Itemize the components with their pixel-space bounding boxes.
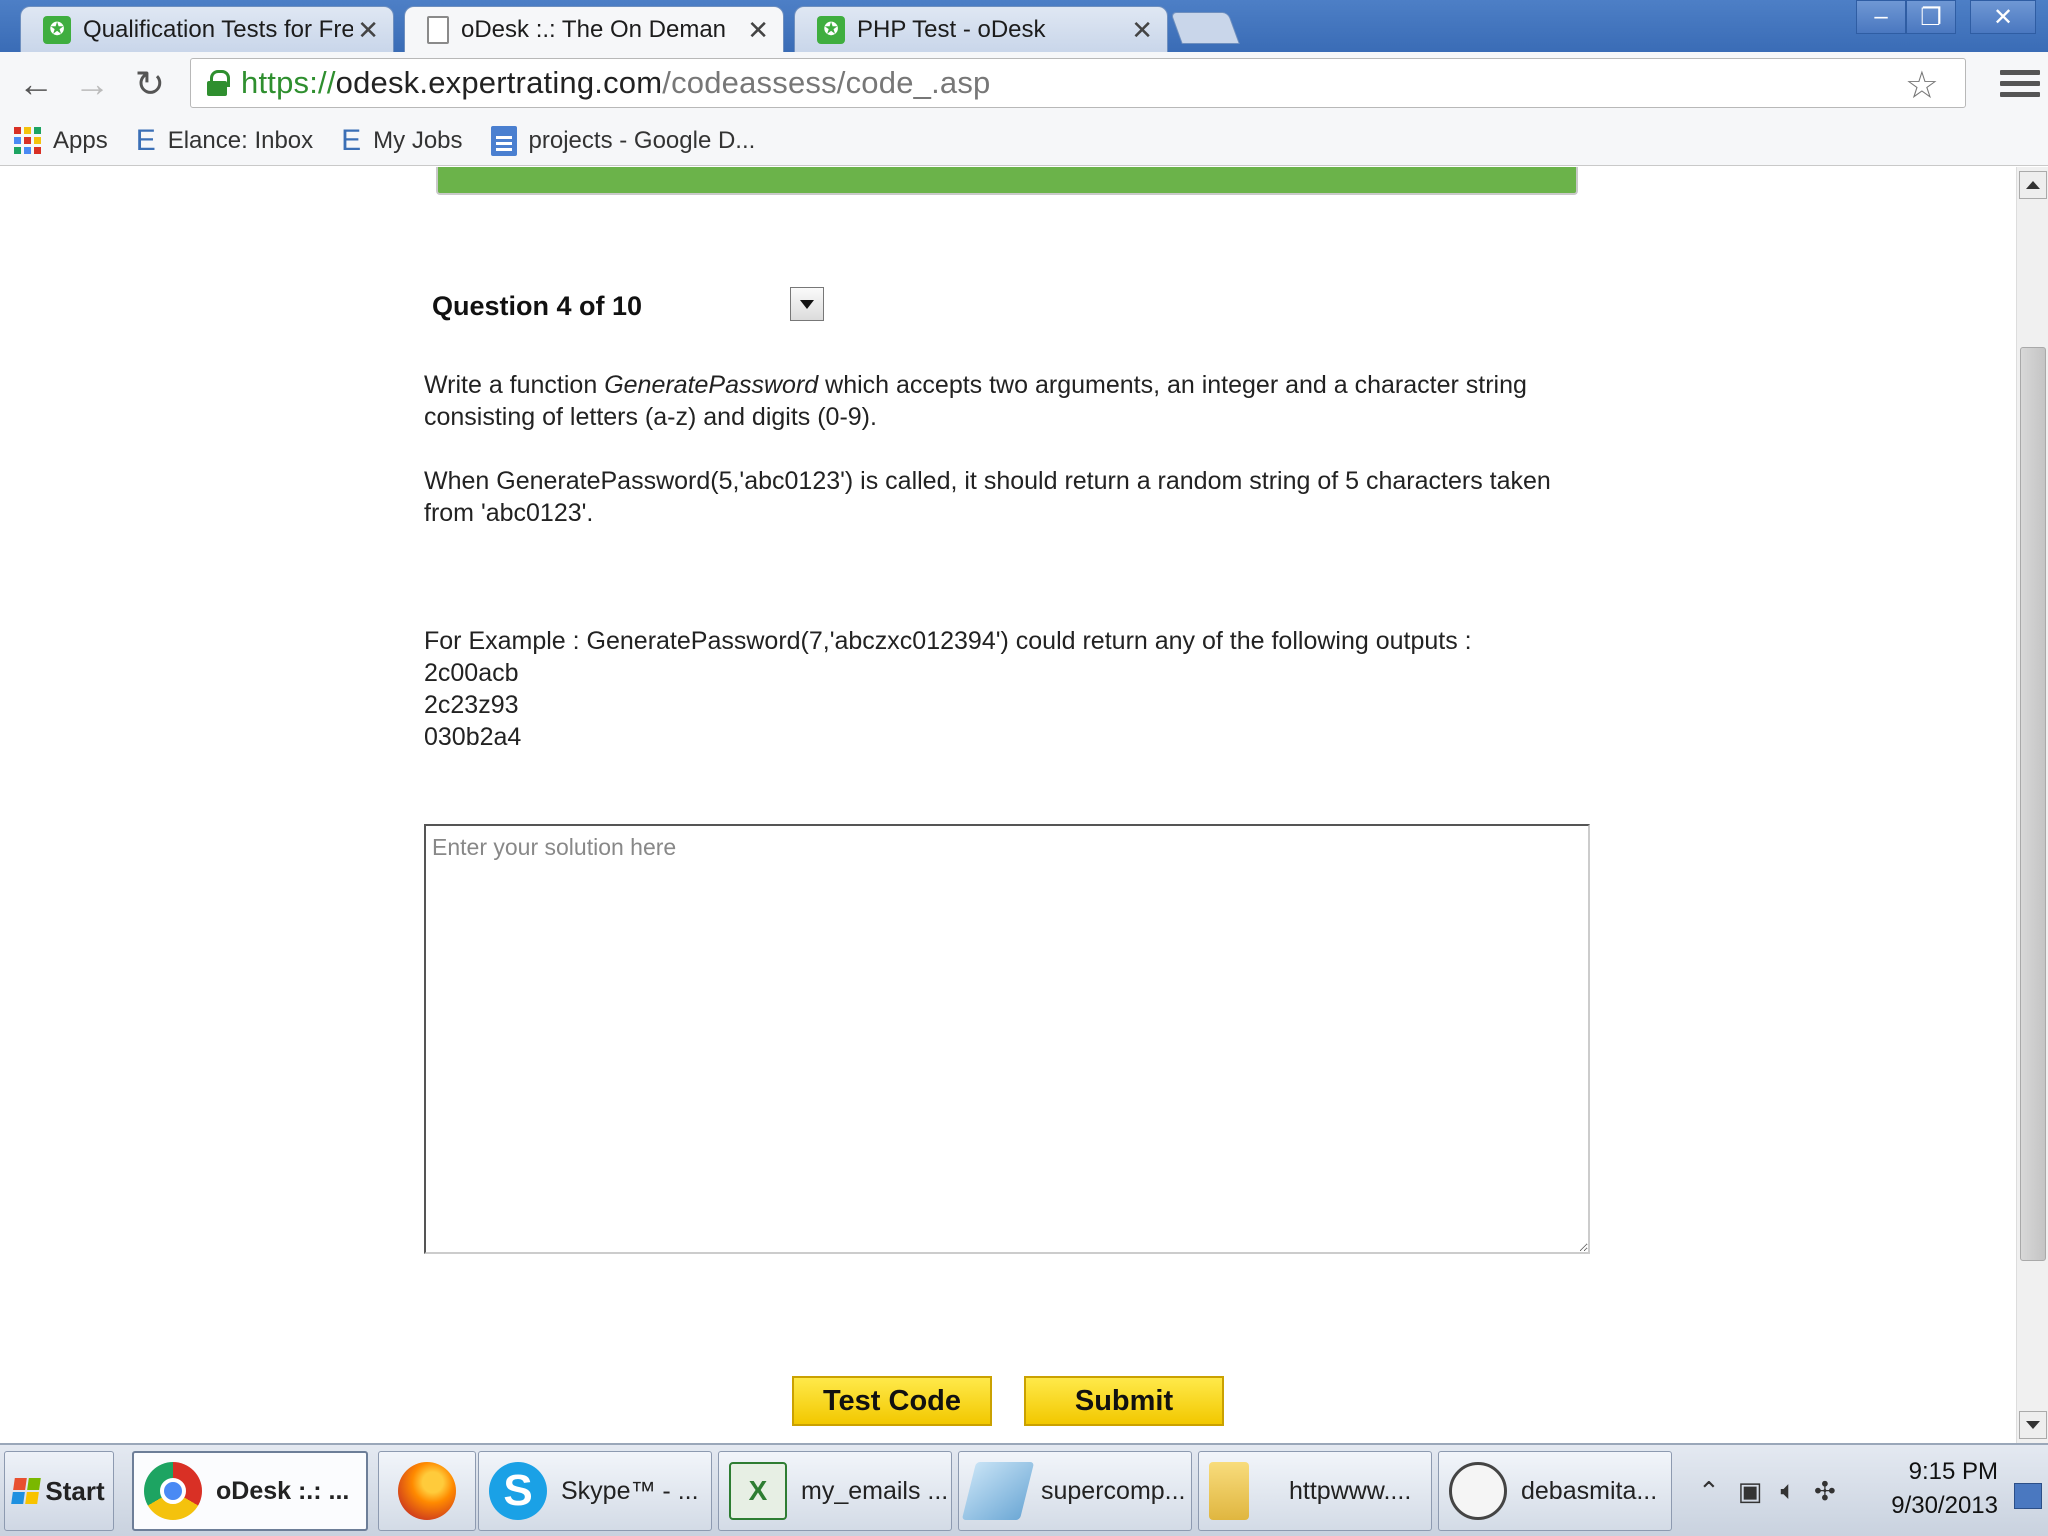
vertical-scrollbar[interactable] [2016, 167, 2048, 1443]
close-window-icon[interactable]: ✕ [1970, 0, 2036, 34]
folder-icon [1209, 1462, 1249, 1520]
restore-icon[interactable]: ❐ [1906, 0, 1956, 34]
bookmark-elance-inbox[interactable]: E Elance: Inbox [136, 124, 313, 158]
apps-grid-icon [14, 127, 41, 154]
taskbar-item-label: httpwww.... [1289, 1476, 1412, 1505]
elance-icon: E [341, 123, 362, 157]
windows-taskbar: Start oDesk :.: ... S Skype™ - ... X my_… [0, 1443, 2048, 1536]
scroll-thumb[interactable] [2020, 347, 2046, 1261]
reload-icon[interactable]: ↻ [128, 62, 172, 106]
taskbar-item-label: oDesk :.: ... [216, 1476, 350, 1505]
clock-time: 9:15 PM [1908, 1458, 1998, 1485]
question-body: Write a function GeneratePassword which … [424, 369, 1604, 753]
url-text: https://odesk.expertrating.com/codeasses… [241, 65, 990, 101]
taskbar-item-httpwww[interactable]: httpwww.... [1198, 1451, 1432, 1531]
odesk-icon: ✪ [817, 15, 845, 44]
tab-title: oDesk :.: The On Deman [461, 15, 727, 43]
solution-textarea[interactable] [424, 824, 1590, 1254]
close-icon[interactable]: ✕ [747, 15, 769, 46]
bookmark-my-jobs[interactable]: E My Jobs [341, 124, 462, 158]
elance-icon: E [135, 123, 156, 157]
skype-icon: S [489, 1462, 547, 1520]
question-paragraph-2: When GeneratePassword(5,'abc0123') is ca… [424, 467, 1551, 527]
taskbar-item-odesk-chrome[interactable]: oDesk :.: ... [132, 1451, 368, 1531]
browser-toolbar: ← → ↻ https://odesk.expertrating.com/cod… [0, 52, 2048, 116]
windows-logo-icon [11, 1478, 42, 1504]
taskbar-item-supercomp[interactable]: supercomp... [958, 1451, 1192, 1531]
test-code-button[interactable]: Test Code [792, 1376, 992, 1426]
volume-icon[interactable]: 🔈︎ [1780, 1475, 1796, 1507]
example-output: 2c00acb [424, 659, 519, 687]
taskbar-item-label: debasmita... [1521, 1476, 1658, 1505]
bookmark-label: projects - Google D... [528, 126, 756, 154]
close-icon[interactable]: ✕ [1131, 15, 1153, 46]
system-tray: ⌃ ▣ 🔈︎ ✣ 9:15 PM 9/30/2013 [1680, 1451, 2048, 1531]
system-clock[interactable]: 9:15 PM 9/30/2013 [1891, 1455, 1998, 1523]
network-icon[interactable]: ▣ [1738, 1476, 1763, 1507]
forward-icon[interactable]: → [70, 62, 114, 106]
bookmarks-bar: Apps E Elance: Inbox E My Jobs projects … [0, 116, 2048, 166]
tab-title: Qualification Tests for Fre [83, 15, 353, 43]
taskbar-item-debasmita[interactable]: debasmita... [1438, 1451, 1672, 1531]
example-intro: For Example : GeneratePassword(7,'abczxc… [424, 627, 1472, 655]
tab-title: PHP Test - oDesk [857, 15, 1046, 43]
url-path: /codeassess/code_.asp [662, 65, 991, 100]
bookmark-label: Elance: Inbox [167, 126, 314, 154]
bookmark-star-icon[interactable]: ☆ [1905, 63, 1939, 108]
google-docs-icon [490, 125, 517, 156]
bookmark-projects-google-docs[interactable]: projects - Google D... [490, 125, 756, 156]
new-tab-button[interactable] [1170, 12, 1240, 44]
lock-icon [207, 70, 230, 96]
tab-strip: ✪ Qualification Tests for Fre ✕ ✪ PHP Te… [0, 0, 2048, 52]
tab-php-test[interactable]: ✪ PHP Test - oDesk ✕ [794, 6, 1168, 52]
excel-icon: X [729, 1462, 787, 1520]
start-label: Start [45, 1475, 105, 1506]
bookmark-apps[interactable]: Apps [14, 127, 108, 155]
chevron-up-icon[interactable]: ⌃ [1698, 1476, 1720, 1507]
question-select[interactable] [790, 287, 824, 321]
question-title: Question 4 of 10 [432, 291, 643, 321]
example-output: 030b2a4 [424, 723, 522, 751]
question-paragraph-1: Write a function GeneratePassword which … [424, 369, 1604, 433]
firefox-icon [398, 1462, 456, 1520]
start-button[interactable]: Start [4, 1451, 114, 1531]
close-icon[interactable]: ✕ [357, 15, 379, 46]
scroll-down-icon[interactable] [2019, 1411, 2047, 1439]
bookmark-label: My Jobs [373, 126, 463, 154]
url-scheme: https:// [241, 65, 336, 100]
taskbar-item-firefox[interactable] [378, 1451, 476, 1531]
taskbar-item-label: Skype™ - ... [561, 1476, 699, 1505]
show-desktop-button[interactable] [2014, 1483, 2042, 1509]
url-host: odesk.expertrating.com [335, 65, 663, 100]
question-text: Write a function [424, 371, 605, 399]
example-output: 2c23z93 [424, 691, 519, 719]
taskbar-item-my-emails[interactable]: X my_emails ... [718, 1451, 952, 1531]
notepad-icon [961, 1462, 1035, 1520]
bookmark-label: Apps [53, 126, 108, 154]
taskbar-item-label: my_emails ... [801, 1476, 949, 1505]
chevron-down-icon [800, 299, 814, 309]
taskbar-item-skype[interactable]: S Skype™ - ... [478, 1451, 712, 1531]
back-icon[interactable]: ← [14, 62, 58, 106]
tab-qualification-tests[interactable]: ✪ Qualification Tests for Fre ✕ [20, 6, 394, 52]
time-remaining-bar [436, 167, 1578, 195]
submit-button[interactable]: Submit [1024, 1376, 1224, 1426]
menu-icon[interactable] [2000, 60, 2040, 106]
function-name: GeneratePassword [604, 371, 819, 399]
chrome-icon [144, 1462, 202, 1520]
sync-icon[interactable]: ✣ [1814, 1476, 1836, 1507]
odesk-icon: ✪ [43, 15, 71, 44]
minimize-icon[interactable]: – [1856, 0, 1906, 34]
address-bar[interactable]: https://odesk.expertrating.com/codeasses… [190, 58, 1966, 108]
clock-date: 9/30/2013 [1891, 1492, 1998, 1519]
page-icon: . [427, 15, 449, 44]
chat-icon [1449, 1462, 1507, 1520]
taskbar-item-label: supercomp... [1041, 1476, 1186, 1505]
tab-odesk-on-demand[interactable]: . oDesk :.: The On Deman ✕ [404, 6, 784, 52]
page-content: Question 4 of 10 Write a function Genera… [0, 167, 2016, 1443]
scroll-up-icon[interactable] [2019, 171, 2047, 199]
